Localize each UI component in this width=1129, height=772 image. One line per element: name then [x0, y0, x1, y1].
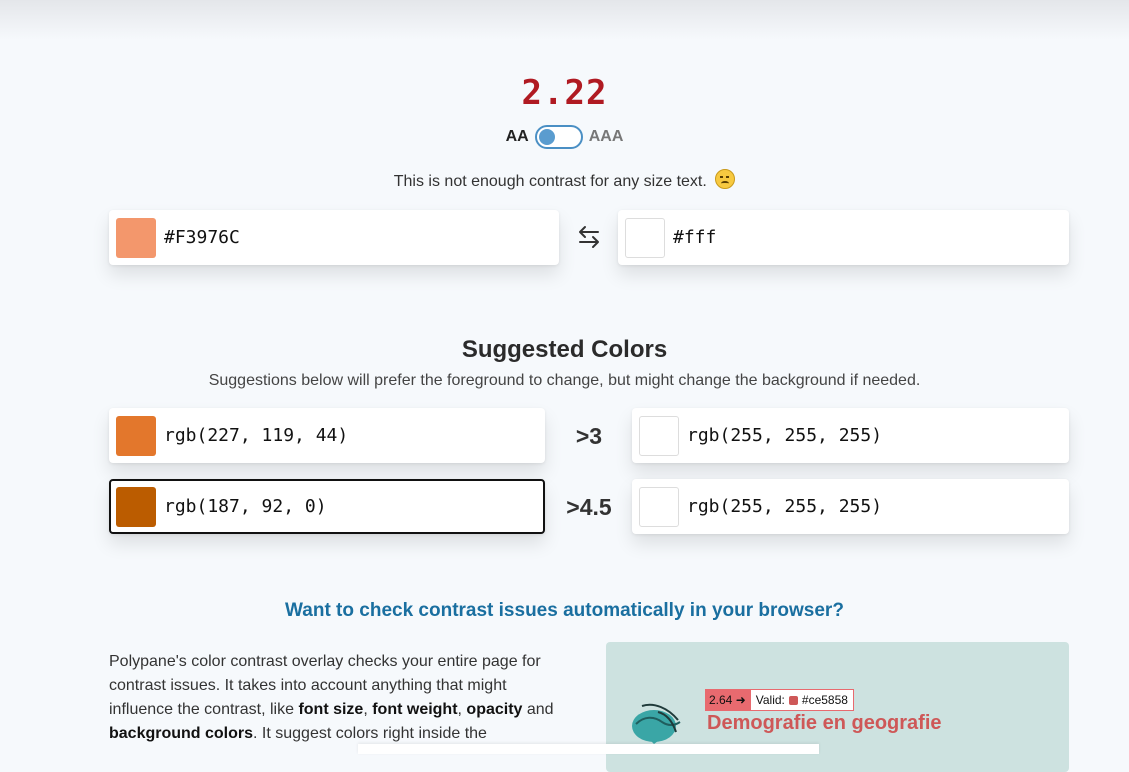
browser-check-heading[interactable]: Want to check contrast issues automatica…: [0, 600, 1129, 622]
toggle-knob: [538, 129, 555, 145]
contrast-ratio: 2.22: [521, 73, 608, 113]
suggestion-fg-swatch: [116, 486, 156, 527]
foreground-value[interactable]: #F3976C: [164, 227, 240, 248]
foreground-swatch[interactable]: [116, 217, 156, 258]
foreground-color-field[interactable]: #F3976C: [109, 210, 559, 265]
suggestion-bg-value: rgb(255, 255, 255): [687, 496, 883, 517]
threshold-label: >4.5: [566, 494, 612, 520]
level-aaa-label: AAA: [588, 128, 624, 145]
suggestion-fg-value: rgb(187, 92, 0): [164, 496, 327, 517]
background-swatch[interactable]: [625, 217, 665, 258]
disappointed-face-icon: [715, 169, 736, 189]
suggestion-bg-value: rgb(255, 255, 255): [687, 425, 883, 446]
globe-illustration-icon: [632, 703, 681, 744]
swap-colors-icon[interactable]: [574, 222, 604, 252]
bottom-panel: [358, 744, 819, 754]
suggestion-fg-value: rgb(227, 119, 44): [164, 425, 349, 446]
suggestion-bg-swatch: [639, 415, 679, 456]
background-color-field[interactable]: #fff: [618, 210, 1069, 265]
overlay-description: Polypane's color contrast overlay checks…: [109, 653, 554, 742]
suggestion-fg-aa[interactable]: rgb(227, 119, 44): [109, 408, 545, 463]
contrast-badge: 2.64 ➜ Valid: #ce5858: [705, 689, 854, 711]
background-value[interactable]: #fff: [673, 227, 716, 248]
level-toggle-switch[interactable]: [534, 125, 583, 149]
badge-valid: Valid: #ce5858: [749, 689, 854, 711]
verdict-text: This is not enough contrast for any size…: [393, 173, 707, 190]
level-aa-label: AA: [505, 128, 529, 145]
suggestion-bg-aa[interactable]: rgb(255, 255, 255): [632, 408, 1069, 463]
badge-color-swatch: [788, 695, 798, 705]
demo-heading: Demografie en geografie: [707, 712, 942, 734]
badge-ratio: 2.64 ➜: [705, 689, 750, 711]
suggested-colors-heading: Suggested Colors: [461, 336, 668, 363]
suggestion-fg-swatch: [116, 415, 156, 456]
verdict-message: This is not enough contrast for any size…: [0, 169, 1129, 191]
header-shadow: [0, 0, 1129, 40]
suggested-colors-subtitle: Suggestions below will prefer the foregr…: [208, 372, 921, 389]
threshold-label: >3: [575, 423, 603, 449]
suggestion-bg-aaa[interactable]: rgb(255, 255, 255): [632, 479, 1069, 534]
level-toggle-row: AA AAA: [0, 125, 1129, 149]
suggestion-fg-aaa[interactable]: rgb(187, 92, 0): [109, 479, 545, 534]
suggestion-bg-swatch: [639, 486, 679, 527]
